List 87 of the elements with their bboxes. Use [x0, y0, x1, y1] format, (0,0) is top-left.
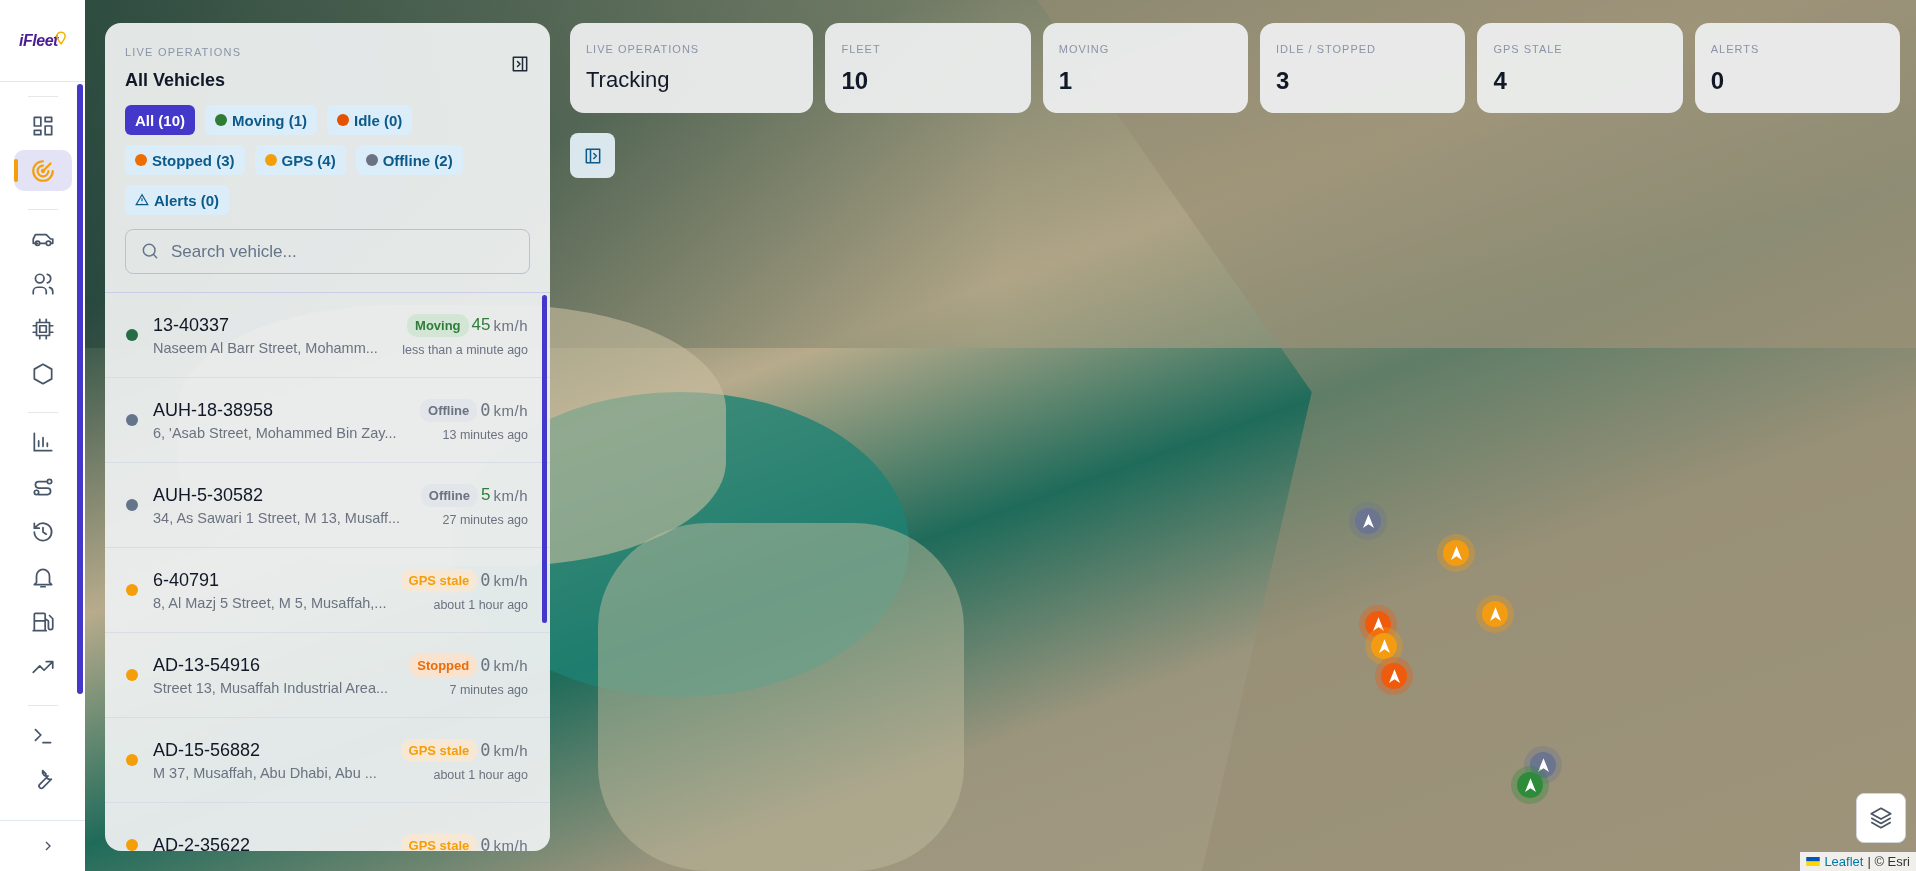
- filter-chip[interactable]: Idle (0): [327, 105, 413, 135]
- vehicle-id: 6-40791: [153, 569, 221, 591]
- heading-arrow-icon: [1537, 758, 1549, 772]
- stat-value: 4: [1493, 67, 1508, 95]
- stat-value: 10: [841, 67, 870, 95]
- vehicle-row[interactable]: AD-2-35622 GPS stale 0 km/h: [105, 803, 550, 851]
- vehicle-id: AD-15-56882: [153, 739, 262, 761]
- last-update-time: 13 minutes ago: [442, 427, 528, 442]
- stat-label: MOVING: [1058, 43, 1111, 55]
- search-field[interactable]: Search vehicle...: [125, 229, 530, 274]
- chip-icon: [29, 315, 56, 342]
- filter-chip[interactable]: All (10): [125, 105, 195, 135]
- vehicle-address: 34, As Sawari 1 Street, M 13, Musaff...: [153, 509, 402, 526]
- last-update-time: less than a minute ago: [402, 342, 528, 357]
- last-update-time: 7 minutes ago: [449, 682, 528, 697]
- stat-label: GPS STALE: [1493, 43, 1564, 55]
- heading-arrow-icon: [1362, 514, 1374, 528]
- speed-value: 0: [480, 400, 491, 420]
- vehicle-address: 6, 'Asab Street, Mohammed Bin Zay...: [153, 424, 398, 441]
- last-update-time: about 1 hour ago: [433, 597, 528, 612]
- speed-unit: km/h: [493, 486, 528, 504]
- filter-chip[interactable]: Moving (1): [205, 105, 317, 135]
- vehicle-address: 8, Al Mazj 5 Street, M 5, Musaffah,...: [153, 594, 388, 611]
- vehicle-row[interactable]: AD-13-54916 Street 13, Musaffah Industrial Area... Stopped 0 km/h 7 minutes ago: [105, 633, 550, 718]
- vehicle-id: AUH-5-30582: [153, 484, 265, 506]
- heading-arrow-icon: [1524, 778, 1536, 792]
- panel-title: All Vehicles: [125, 70, 227, 91]
- stat-value: 1: [1058, 67, 1074, 95]
- vehicle-id: AD-13-54916: [153, 654, 262, 676]
- filter-chip[interactable]: Stopped (3): [125, 145, 245, 175]
- speed-value: 5: [481, 485, 491, 505]
- stat-label: LIVE OPERATIONS: [586, 43, 701, 55]
- leaflet-link[interactable]: Leaflet: [1824, 854, 1864, 869]
- speed-value: 0: [480, 835, 491, 851]
- status-badge: Offline: [420, 398, 478, 422]
- stat-value: 3: [1276, 67, 1291, 95]
- speed-value: 0: [480, 740, 491, 760]
- scrollbar[interactable]: [542, 295, 547, 623]
- status-badge: GPS stale: [400, 738, 478, 762]
- heading-arrow-icon: [1489, 607, 1501, 621]
- attribution-text: | © Esri: [1867, 854, 1910, 869]
- speed-unit: km/h: [493, 316, 528, 334]
- stat-label: IDLE / STOPPED: [1276, 43, 1378, 55]
- warning-icon: [135, 193, 149, 207]
- flag-icon: [1806, 857, 1821, 866]
- vehicle-id: 13-40337: [153, 314, 231, 336]
- speed-unit: km/h: [493, 656, 528, 674]
- vehicle-row[interactable]: AD-15-56882 M 37, Musaffah, Abu Dhabi, Abu ... GPS stale 0 km/h about 1 hour ago: [105, 718, 550, 803]
- last-update-time: about 1 hour ago: [433, 767, 528, 782]
- status-badge: Moving: [407, 313, 469, 337]
- heading-arrow-icon: [1450, 546, 1462, 560]
- filter-chip[interactable]: Alerts (0): [125, 185, 230, 215]
- toggle-panel-button[interactable]: [570, 133, 615, 178]
- vehicle-id: AD-2-35622: [153, 834, 252, 851]
- status-badge: GPS stale: [400, 568, 478, 592]
- vehicle-address: M 37, Musaffah, Abu Dhabi, Abu ...: [153, 764, 378, 781]
- panel-eyebrow: LIVE OPERATIONS: [125, 46, 242, 58]
- stat-label: ALERTS: [1710, 43, 1761, 55]
- vehicle-id: AUH-18-38958: [153, 399, 275, 421]
- vehicle-address: Street 13, Musaffah Industrial Area...: [153, 679, 390, 696]
- stat-label: FLEET: [841, 43, 882, 55]
- stat-value: 0: [1710, 67, 1726, 95]
- last-update-time: 27 minutes ago: [442, 512, 528, 527]
- stat-value: Tracking: [586, 67, 671, 93]
- heading-arrow-icon: [1372, 617, 1384, 631]
- speed-unit: km/h: [493, 401, 528, 419]
- heading-arrow-icon: [1388, 669, 1400, 683]
- layers-button[interactable]: [1856, 793, 1906, 843]
- vehicle-address: Naseem Al Barr Street, Mohamm...: [153, 339, 379, 356]
- speed-value: 45: [471, 315, 491, 335]
- status-badge: Offline: [420, 483, 478, 507]
- users-icon: [29, 270, 56, 297]
- filter-chip[interactable]: GPS (4): [254, 145, 346, 175]
- radar-icon: [29, 157, 56, 184]
- heading-arrow-icon: [1378, 639, 1390, 653]
- speed-unit: km/h: [493, 741, 528, 759]
- speed-unit: km/h: [493, 571, 528, 589]
- speed-unit: km/h: [493, 836, 528, 851]
- search-icon: [140, 241, 160, 261]
- status-badge: GPS stale: [400, 833, 478, 851]
- scrollbar[interactable]: [77, 84, 83, 694]
- panel-collapse-icon: [510, 54, 530, 74]
- filter-chip[interactable]: Offline (2): [355, 145, 463, 175]
- speed-value: 0: [480, 655, 491, 675]
- status-badge: Stopped: [409, 653, 478, 677]
- speed-value: 0: [480, 570, 491, 590]
- layers-icon: [1868, 805, 1894, 831]
